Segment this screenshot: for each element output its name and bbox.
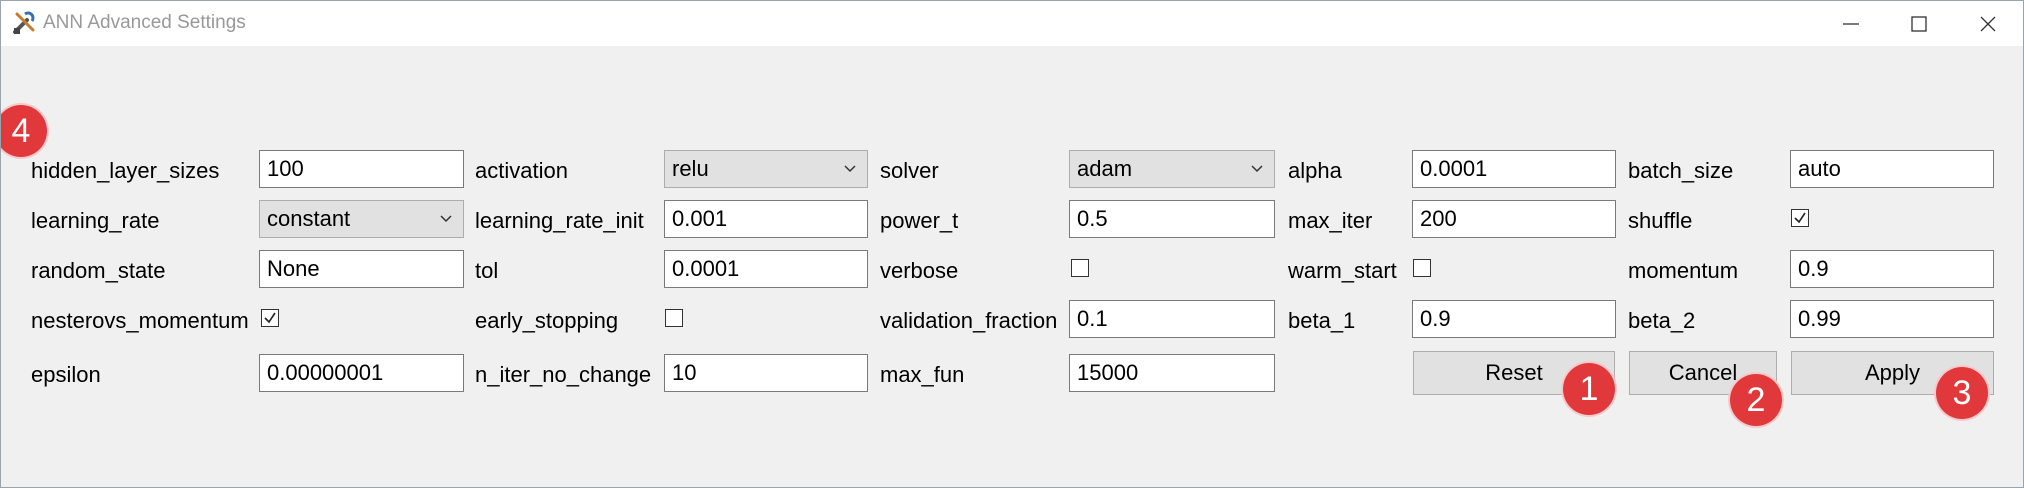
label-n-iter-no-change: n_iter_no_change	[475, 362, 652, 387]
label-learning-rate-init: learning_rate_init	[475, 208, 644, 233]
title-bar[interactable]: ANN Advanced Settings	[1, 1, 2023, 46]
label-max-fun: max_fun	[880, 362, 965, 387]
chevron-down-icon	[844, 165, 856, 173]
early-stopping-checkbox[interactable]	[665, 309, 683, 327]
label-beta-1: beta_1	[1288, 308, 1356, 333]
label-hidden-layer-sizes: hidden_layer_sizes	[31, 158, 220, 183]
learning-rate-init-input[interactable]	[664, 200, 868, 238]
label-shuffle: shuffle	[1628, 208, 1693, 233]
nesterovs-momentum-checkbox[interactable]	[261, 309, 279, 327]
max-iter-input[interactable]	[1412, 200, 1616, 238]
annotation-badge-3: 3	[1936, 367, 1988, 419]
close-button[interactable]	[1953, 1, 2023, 46]
label-batch-size: batch_size	[1628, 158, 1734, 183]
label-solver: solver	[880, 158, 939, 183]
max-fun-input[interactable]	[1069, 354, 1275, 392]
activation-value: relu	[672, 156, 709, 181]
power-t-input[interactable]	[1069, 200, 1275, 238]
chevron-down-icon	[1251, 165, 1263, 173]
momentum-input[interactable]	[1790, 250, 1994, 288]
label-epsilon: epsilon	[31, 362, 101, 387]
beta-1-input[interactable]	[1412, 300, 1616, 338]
minimize-button[interactable]	[1816, 1, 1886, 46]
alpha-input[interactable]	[1412, 150, 1616, 188]
close-icon	[1980, 16, 1996, 31]
learning-rate-dropdown[interactable]: constant	[259, 200, 464, 238]
annotation-badge-4: 4	[1, 105, 47, 157]
label-max-iter: max_iter	[1288, 208, 1373, 233]
n-iter-no-change-input[interactable]	[664, 354, 868, 392]
hidden-layer-sizes-input[interactable]	[259, 150, 464, 188]
activation-dropdown[interactable]: relu	[664, 150, 868, 188]
maximize-icon	[1911, 15, 1927, 32]
ann-settings-window: ANN Advanced Settings hidden_layer_sizes…	[0, 0, 2024, 488]
label-power-t: power_t	[880, 208, 959, 233]
epsilon-input[interactable]	[259, 354, 464, 392]
label-tol: tol	[475, 258, 499, 283]
tools-icon	[13, 11, 35, 34]
batch-size-input[interactable]	[1790, 150, 1994, 188]
label-nesterovs-momentum: nesterovs_momentum	[31, 308, 249, 333]
window-title: ANN Advanced Settings	[43, 12, 246, 33]
label-alpha: alpha	[1288, 158, 1342, 183]
label-learning-rate: learning_rate	[31, 208, 160, 233]
annotation-badge-1: 1	[1563, 363, 1615, 415]
checkmark-icon	[264, 312, 276, 324]
label-verbose: verbose	[880, 258, 959, 283]
label-early-stopping: early_stopping	[475, 308, 619, 333]
solver-value: adam	[1077, 156, 1133, 181]
label-beta-2: beta_2	[1628, 308, 1696, 333]
label-momentum: momentum	[1628, 258, 1739, 283]
minimize-icon	[1843, 22, 1859, 25]
solver-dropdown[interactable]: adam	[1069, 150, 1275, 188]
beta-2-input[interactable]	[1790, 300, 1994, 338]
validation-fraction-input[interactable]	[1069, 300, 1275, 338]
warm-start-checkbox[interactable]	[1413, 259, 1431, 277]
label-validation-fraction: validation_fraction	[880, 308, 1058, 333]
random-state-input[interactable]	[259, 250, 464, 288]
maximize-button[interactable]	[1884, 1, 1954, 46]
annotation-badge-2: 2	[1730, 374, 1782, 426]
checkmark-icon	[1794, 212, 1806, 224]
learning-rate-value: constant	[267, 206, 351, 231]
label-warm-start: warm_start	[1288, 258, 1397, 283]
verbose-checkbox[interactable]	[1071, 259, 1089, 277]
label-activation: activation	[475, 158, 568, 183]
tol-input[interactable]	[664, 250, 868, 288]
label-random-state: random_state	[31, 258, 166, 283]
shuffle-checkbox[interactable]	[1791, 209, 1809, 227]
chevron-down-icon	[440, 215, 452, 223]
